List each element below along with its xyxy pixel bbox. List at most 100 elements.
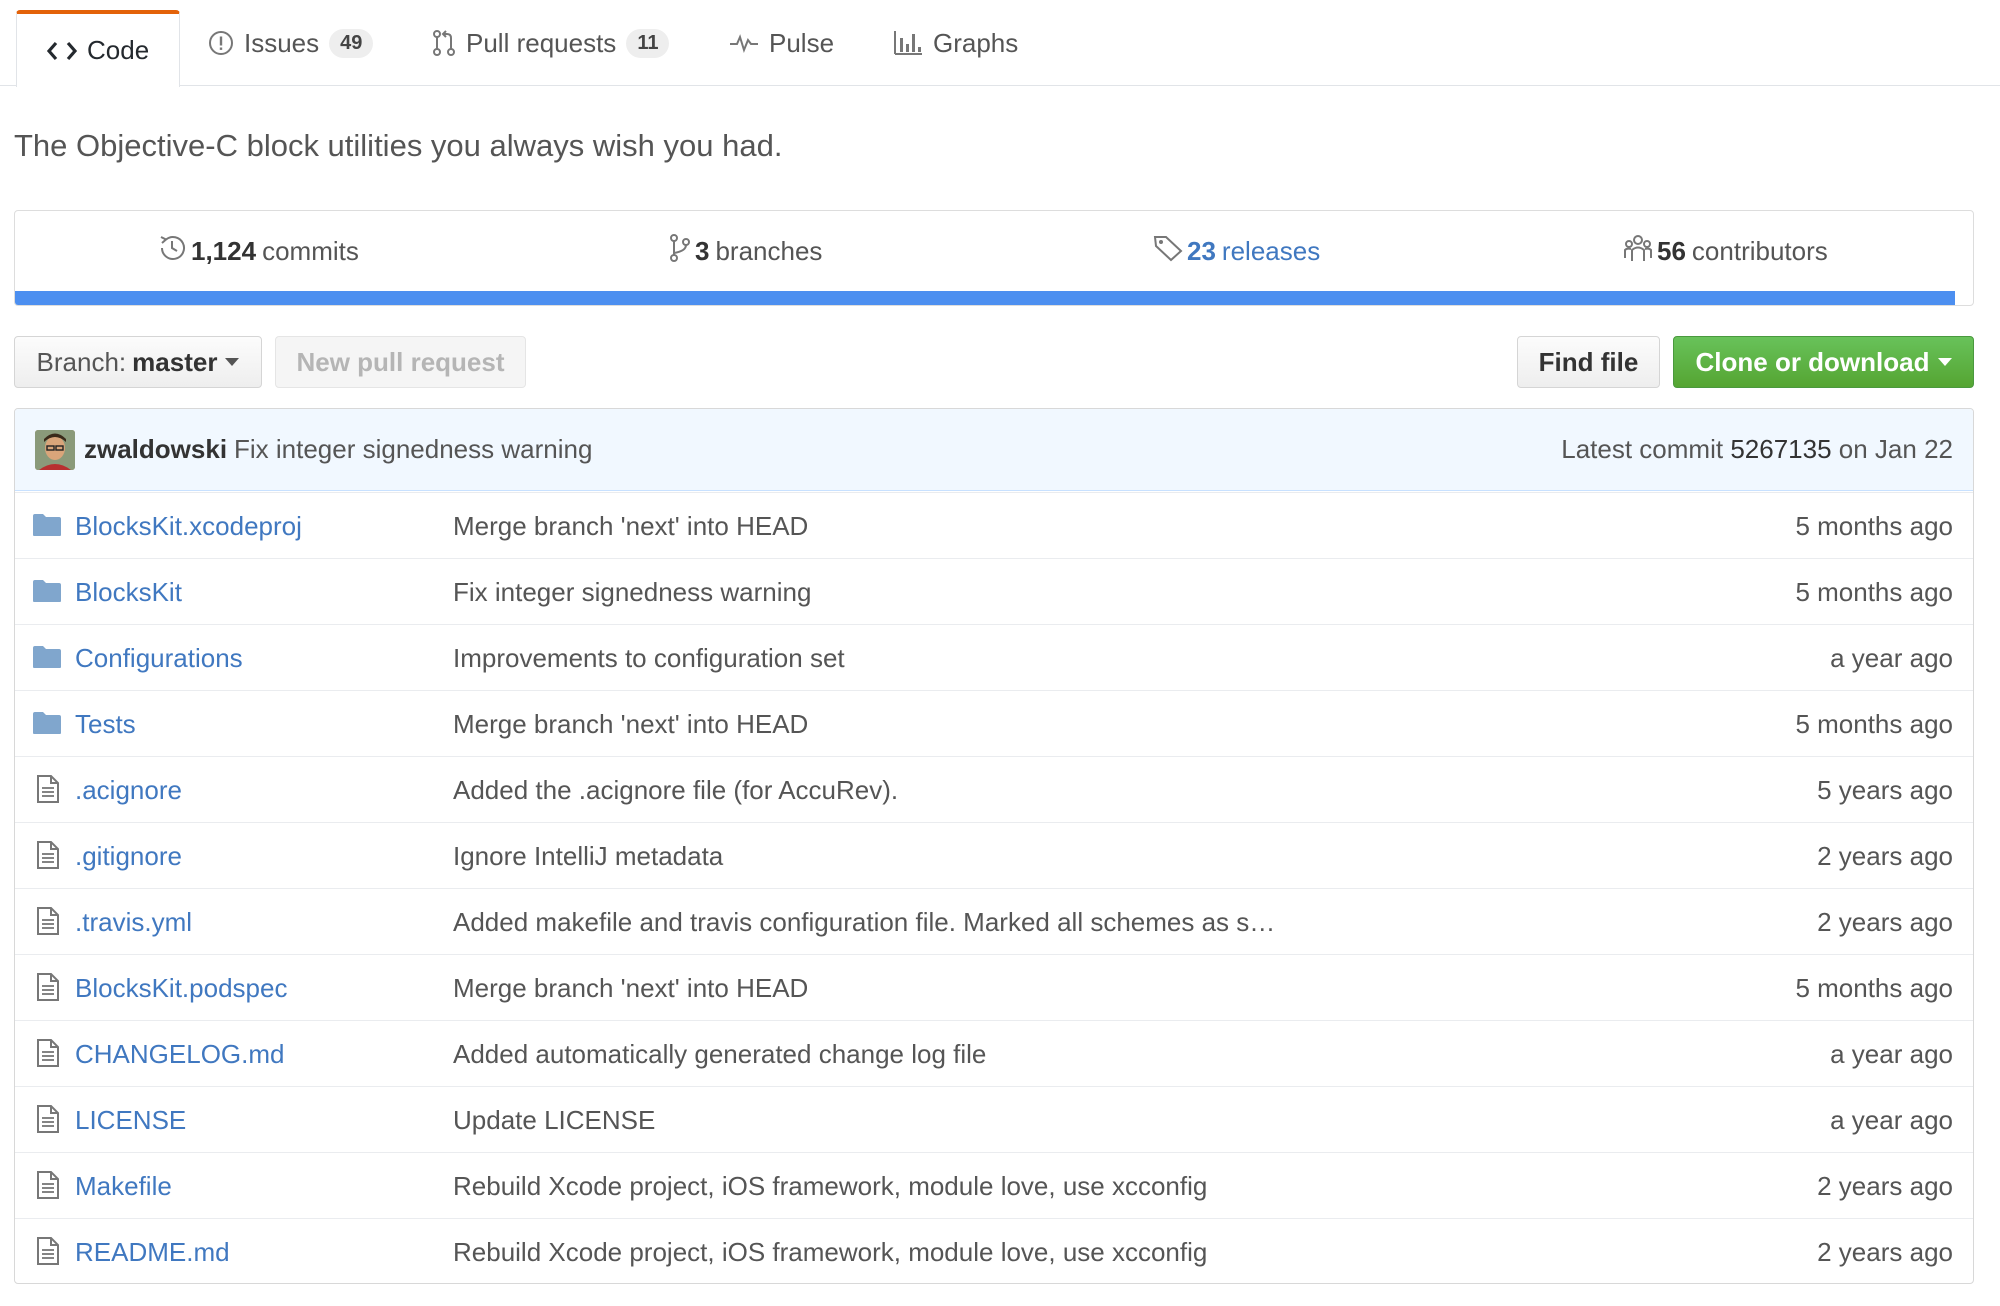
table-row: LICENSE Update LICENSE a year ago (15, 1086, 1973, 1152)
file-name-link[interactable]: .travis.yml (75, 907, 192, 938)
tag-icon (1153, 234, 1183, 269)
file-commit-age: 2 years ago (1817, 907, 1953, 937)
file-name-link[interactable]: Tests (75, 709, 136, 740)
tab-pull-requests[interactable]: Pull requests 11 (432, 0, 670, 86)
file-text-icon (36, 1237, 60, 1272)
tab-pull-requests-label: Pull requests (466, 27, 617, 58)
pull-requests-count-badge: 11 (626, 28, 670, 58)
file-name-link[interactable]: README.md (75, 1237, 230, 1268)
file-commit-age: 5 months ago (1795, 709, 1953, 739)
releases-count: 23 (1187, 235, 1216, 266)
file-text-icon (36, 973, 60, 1008)
file-commit-message-link[interactable]: Added makefile and travis configuration … (453, 907, 1275, 938)
tab-code[interactable]: Code (16, 10, 181, 87)
file-commit-age: 5 months ago (1795, 973, 1953, 1003)
releases-link[interactable]: 23 releases (1153, 211, 1320, 291)
folder-icon (33, 645, 61, 676)
file-commit-message-link[interactable]: Improvements to configuration set (453, 643, 845, 674)
file-commit-age: 2 years ago (1817, 841, 1953, 871)
commit-sha-link[interactable]: 5267135 (1730, 434, 1831, 464)
file-commit-age: a year ago (1830, 643, 1953, 673)
table-row: Makefile Rebuild Xcode project, iOS frame… (15, 1152, 1973, 1218)
contributors-label: contributors (1691, 235, 1828, 266)
commits-link[interactable]: 1,124 commits (157, 211, 359, 291)
tab-graphs[interactable]: Graphs (893, 0, 1018, 86)
file-commit-message-link[interactable]: Merge branch 'next' into HEAD (453, 709, 808, 740)
tab-issues-label: Issues (244, 27, 320, 58)
table-row: BlocksKit.xcodeproj Merge branch 'next' i… (15, 492, 1973, 558)
file-commit-age: 5 months ago (1795, 577, 1953, 607)
tab-issues[interactable]: Issues 49 (208, 0, 374, 86)
table-row: README.md Rebuild Xcode project, iOS fram… (15, 1218, 1973, 1283)
commit-message-link[interactable]: Fix integer signedness warning (234, 434, 592, 465)
file-commit-age: 2 years ago (1817, 1171, 1953, 1201)
repo-summary: 1,124 commits 3 branches 23 releases 56 … (14, 210, 1974, 306)
file-name-link[interactable]: Makefile (75, 1171, 172, 1202)
tab-graphs-label: Graphs (933, 27, 1019, 58)
commit-date: on Jan 22 (1838, 434, 1953, 464)
file-text-icon (36, 775, 60, 810)
new-pull-request-button[interactable]: New pull request (275, 336, 526, 388)
commits-count: 1,124 (191, 235, 257, 266)
code-icon (47, 40, 77, 62)
table-row: BlocksKit Fix integer signedness warning 5… (15, 558, 1973, 624)
file-text-icon (36, 1039, 60, 1074)
repo-description: The Objective-C block utilities you alwa… (14, 128, 783, 163)
table-row: CHANGELOG.md Added automatically generate… (15, 1020, 1973, 1086)
file-name-link[interactable]: LICENSE (75, 1105, 186, 1136)
tab-pulse[interactable]: Pulse (729, 0, 834, 86)
chevron-down-icon (225, 358, 240, 366)
branches-count: 3 (695, 235, 710, 266)
folder-icon (33, 513, 61, 544)
chevron-down-icon (1937, 358, 1952, 366)
file-text-icon (36, 841, 60, 876)
branches-label: branches (715, 235, 823, 266)
file-name-link[interactable]: CHANGELOG.md (75, 1039, 285, 1070)
tab-pulse-label: Pulse (769, 27, 835, 58)
commit-author-link[interactable]: zwaldowski (84, 434, 227, 465)
contributors-count: 56 (1657, 235, 1686, 266)
commit-meta-prefix: Latest commit (1561, 434, 1724, 464)
branch-select-button[interactable]: Branch: master (14, 336, 262, 388)
language-bar[interactable] (15, 291, 1955, 305)
file-commit-message-link[interactable]: Added the .acignore file (for AccuRev). (453, 775, 898, 806)
issues-count-badge: 49 (329, 28, 374, 58)
file-commit-message-link[interactable]: Merge branch 'next' into HEAD (453, 511, 808, 542)
table-row: Tests Merge branch 'next' into HEAD 5 mont… (15, 690, 1973, 756)
clone-or-download-button[interactable]: Clone or download (1673, 336, 1974, 388)
file-commit-age: 5 years ago (1817, 775, 1953, 805)
table-row: .gitignore Ignore IntelliJ metadata 2 year… (15, 822, 1973, 888)
file-commit-message-link[interactable]: Added automatically generated change log… (453, 1039, 986, 1070)
branches-link[interactable]: 3 branches (669, 211, 822, 291)
branch-prefix: Branch: (36, 346, 127, 377)
latest-commit-bar: zwaldowski Fix integer signedness warnin… (15, 409, 1973, 491)
table-row: .acignore Added the .acignore file (for A… (15, 756, 1973, 822)
graph-icon (893, 30, 923, 56)
contributors-link[interactable]: 56 contributors (1623, 211, 1828, 291)
git-pull-request-icon (432, 29, 456, 57)
file-commit-message-link[interactable]: Update LICENSE (453, 1105, 655, 1136)
table-row: BlocksKit.podspec Merge branch 'next' int… (15, 954, 1973, 1020)
git-branch-icon (669, 233, 691, 270)
file-commit-message-link[interactable]: Rebuild Xcode project, iOS framework, mo… (453, 1171, 1207, 1202)
file-commit-message-link[interactable]: Rebuild Xcode project, iOS framework, mo… (453, 1237, 1207, 1268)
file-name-link[interactable]: BlocksKit.podspec (75, 973, 287, 1004)
repo-nav-tabs: Code Issues 49 Pull requests 11 Pulse Gr… (0, 0, 2000, 87)
file-name-link[interactable]: .gitignore (75, 841, 182, 872)
table-row: .travis.yml Added makefile and travis con… (15, 888, 1973, 954)
folder-icon (33, 579, 61, 610)
file-commit-message-link[interactable]: Merge branch 'next' into HEAD (453, 973, 808, 1004)
file-commit-age: 5 months ago (1795, 511, 1953, 541)
file-commit-age: a year ago (1830, 1039, 1953, 1069)
file-name-link[interactable]: Configurations (75, 643, 243, 674)
file-text-icon (36, 1171, 60, 1206)
file-commit-message-link[interactable]: Ignore IntelliJ metadata (453, 841, 723, 872)
file-name-link[interactable]: BlocksKit.xcodeproj (75, 511, 302, 542)
avatar[interactable] (35, 430, 75, 470)
file-name-link[interactable]: .acignore (75, 775, 182, 806)
commit-meta: Latest commit 5267135 on Jan 22 (1561, 434, 1953, 465)
file-name-link[interactable]: BlocksKit (75, 577, 182, 608)
find-file-button[interactable]: Find file (1517, 336, 1660, 388)
file-commit-message-link[interactable]: Fix integer signedness warning (453, 577, 811, 608)
file-commit-age: 2 years ago (1817, 1237, 1953, 1267)
